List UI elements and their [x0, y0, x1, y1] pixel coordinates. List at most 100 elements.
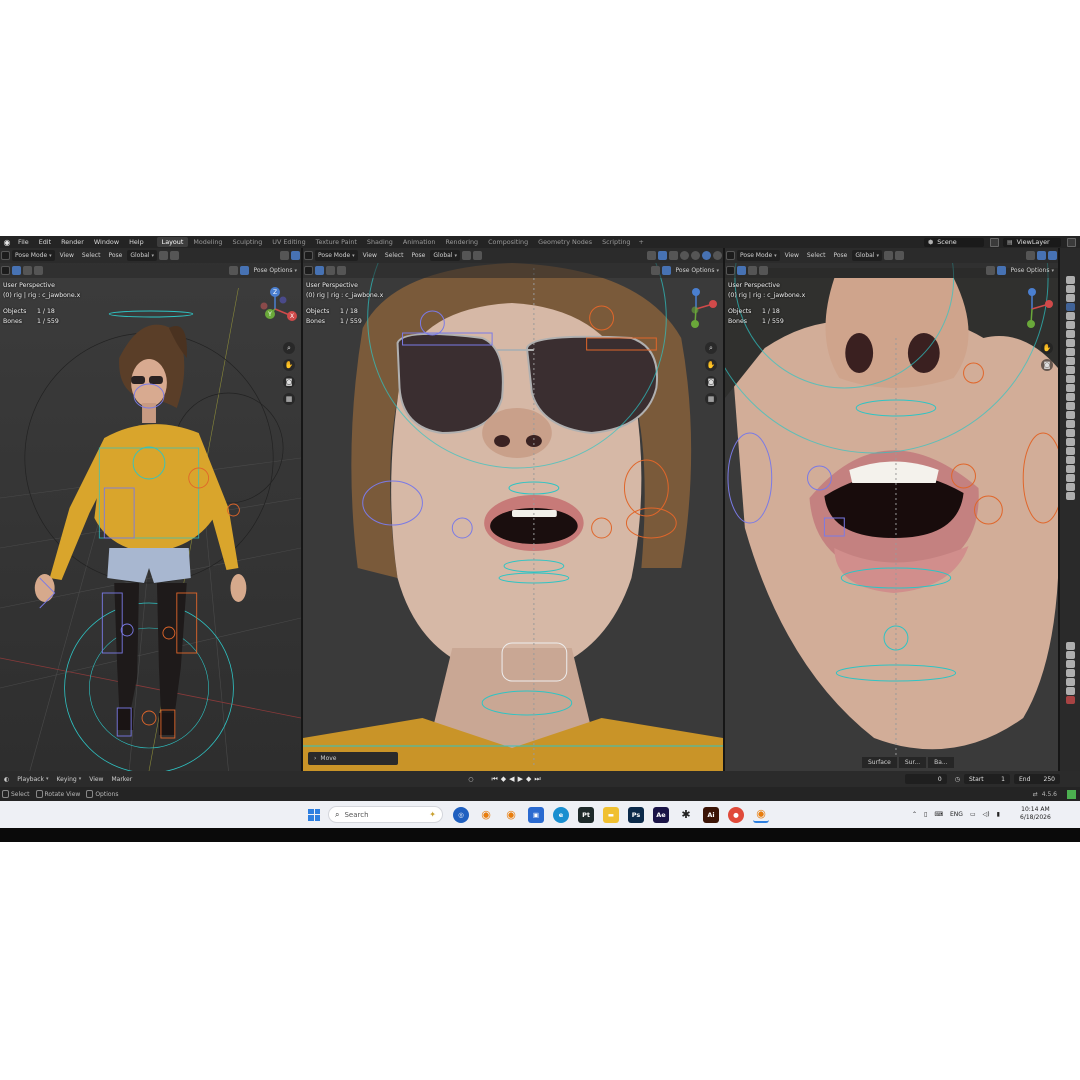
visibility-icon[interactable] [1026, 251, 1035, 260]
menu-pose[interactable]: Pose [830, 250, 850, 261]
tray-app-icon[interactable]: ▯ [924, 811, 927, 818]
zbrush-icon[interactable]: ✱ [678, 807, 694, 823]
navigation-gizmo[interactable] [1007, 284, 1057, 334]
world-properties-icon[interactable] [1065, 321, 1075, 329]
camera-view-icon[interactable]: ◙ [705, 376, 717, 388]
camera-icon[interactable] [1065, 660, 1075, 668]
blender-app-icon-2[interactable]: ◉ [503, 807, 519, 823]
next-keyframe-icon[interactable]: ◆ [526, 775, 531, 783]
ortho-grid-icon[interactable]: ▦ [705, 393, 717, 405]
collection-properties-icon[interactable] [1065, 330, 1075, 338]
gizmo-toggle-icon[interactable] [1037, 251, 1046, 260]
select-mode-icon[interactable] [737, 266, 746, 275]
image-icon[interactable] [1065, 678, 1075, 686]
tab-texture-paint[interactable]: Texture Paint [311, 237, 362, 247]
tab-layout[interactable]: Layout [156, 237, 189, 247]
viewport-mouth-closeup[interactable]: Pose Mode ▾ View Select Pose Global ▾ Pose… [725, 248, 1060, 771]
gizmo-toggle-icon[interactable] [291, 251, 300, 260]
taskbar-clock[interactable]: 10:14 AM 6/18/2026 [1020, 806, 1051, 822]
new-scene-icon[interactable] [990, 237, 999, 247]
physics-properties-icon[interactable] [1065, 366, 1075, 374]
tab-surface[interactable]: Surface [862, 757, 897, 768]
gizmo-toggle-icon[interactable] [658, 251, 667, 260]
language-indicator[interactable]: ENG [950, 811, 963, 818]
visibility-icon[interactable] [280, 251, 289, 260]
jump-start-icon[interactable]: ⏮ [491, 775, 497, 784]
menu-render[interactable]: Render [56, 238, 89, 246]
camera-view-icon[interactable]: ◙ [1041, 359, 1053, 371]
mode-dropdown[interactable]: Pose Mode ▾ [315, 250, 358, 261]
navigation-gizmo[interactable] [671, 284, 721, 334]
tab-uv-editing[interactable]: UV Editing [267, 237, 310, 247]
mirror-x-icon[interactable] [996, 266, 1006, 275]
select-extend-icon[interactable] [748, 266, 757, 275]
editor-type-icon[interactable] [304, 251, 313, 260]
last-operator-panel[interactable]: › Move [308, 752, 398, 765]
snap-icon[interactable] [473, 251, 482, 260]
menu-select[interactable]: Select [79, 250, 104, 261]
app-update-icon[interactable] [1067, 789, 1076, 799]
chrome-icon[interactable]: ● [728, 806, 744, 823]
editor-type-icon[interactable] [726, 251, 735, 260]
tab-compositing[interactable]: Compositing [483, 237, 533, 247]
transform-orientation-dropdown[interactable]: Global ▾ [127, 250, 157, 261]
camera-view-icon[interactable]: ◙ [283, 376, 295, 388]
color-attributes-icon[interactable] [1065, 465, 1075, 473]
menu-pose[interactable]: Pose [105, 250, 125, 261]
menu-select[interactable]: Select [382, 250, 407, 261]
mirror-x-icon[interactable] [239, 266, 249, 275]
volume-icon[interactable]: ◁) [983, 811, 990, 818]
store-icon[interactable]: ▣ [528, 806, 544, 823]
menu-file[interactable]: File [13, 238, 34, 246]
active-tool-icon[interactable] [726, 266, 735, 275]
play-icon[interactable]: ▶ [518, 775, 523, 783]
scene-selector[interactable]: ⬢ Scene [924, 237, 984, 247]
overlays-icon[interactable] [669, 251, 678, 260]
taskbar-search[interactable]: ⌕ Search ✦ [328, 806, 443, 823]
keyboard-icon[interactable]: ⌨ [934, 811, 943, 818]
viewport-face[interactable]: Pose Mode ▾ View Select Pose Global ▾ Pose [303, 248, 725, 771]
after-effects-icon[interactable]: Ae [653, 806, 669, 823]
mode-dropdown[interactable]: Pose Mode ▾ [737, 250, 780, 261]
menu-pose[interactable]: Pose [408, 250, 428, 261]
menu-edit[interactable]: Edit [34, 238, 56, 246]
constraints-properties-icon[interactable] [1065, 375, 1075, 383]
pose-options-button[interactable]: Pose Options ▾ [673, 265, 722, 276]
tab-ba[interactable]: Ba... [928, 757, 954, 768]
transform-orientation-dropdown[interactable]: Global ▾ [430, 250, 460, 261]
edge-icon[interactable]: e [553, 806, 569, 823]
shading-wireframe-icon[interactable] [680, 251, 689, 260]
illustrator-icon[interactable]: Ai [703, 806, 719, 823]
tab-geometry-nodes[interactable]: Geometry Nodes [533, 237, 597, 247]
texture-properties-icon[interactable] [1065, 420, 1075, 428]
tab-scripting[interactable]: Scripting [597, 237, 635, 247]
select-subtract-icon[interactable] [34, 266, 43, 275]
transform-affect-icon[interactable] [228, 266, 238, 275]
ortho-grid-icon[interactable]: ▦ [283, 393, 295, 405]
modifier-properties-icon[interactable] [1065, 348, 1075, 356]
printer-icon[interactable] [1065, 669, 1075, 677]
windows-start-icon[interactable] [308, 808, 320, 821]
world-icon[interactable] [1065, 687, 1075, 695]
navigation-gizmo[interactable]: Z X Y [250, 284, 300, 334]
custom-props-icon[interactable] [1065, 492, 1075, 500]
mode-dropdown[interactable]: Pose Mode ▾ [12, 250, 55, 261]
battery-icon[interactable]: ▮ [997, 811, 1000, 818]
output-properties-icon[interactable] [1065, 294, 1075, 302]
normals-icon[interactable] [1065, 474, 1075, 482]
transform-orientation-dropdown[interactable]: Global ▾ [852, 250, 882, 261]
attributes-icon[interactable] [1065, 456, 1075, 464]
active-tool-icon[interactable] [1, 266, 10, 275]
tool-properties-icon[interactable] [1065, 276, 1075, 284]
transform-affect-icon[interactable] [985, 266, 995, 275]
pose-options-button[interactable]: Pose Options ▾ [251, 265, 300, 276]
select-extend-icon[interactable] [23, 266, 32, 275]
particles-properties-icon[interactable] [1065, 357, 1075, 365]
tab-shading[interactable]: Shading [362, 237, 398, 247]
substance-painter-icon[interactable]: Pt [578, 806, 594, 823]
select-mode-icon[interactable] [315, 266, 324, 275]
play-reverse-icon[interactable]: ◀ [509, 775, 514, 783]
select-subtract-icon[interactable] [337, 266, 346, 275]
menu-marker[interactable]: Marker [107, 776, 136, 783]
bone-properties-icon[interactable] [1065, 393, 1075, 401]
